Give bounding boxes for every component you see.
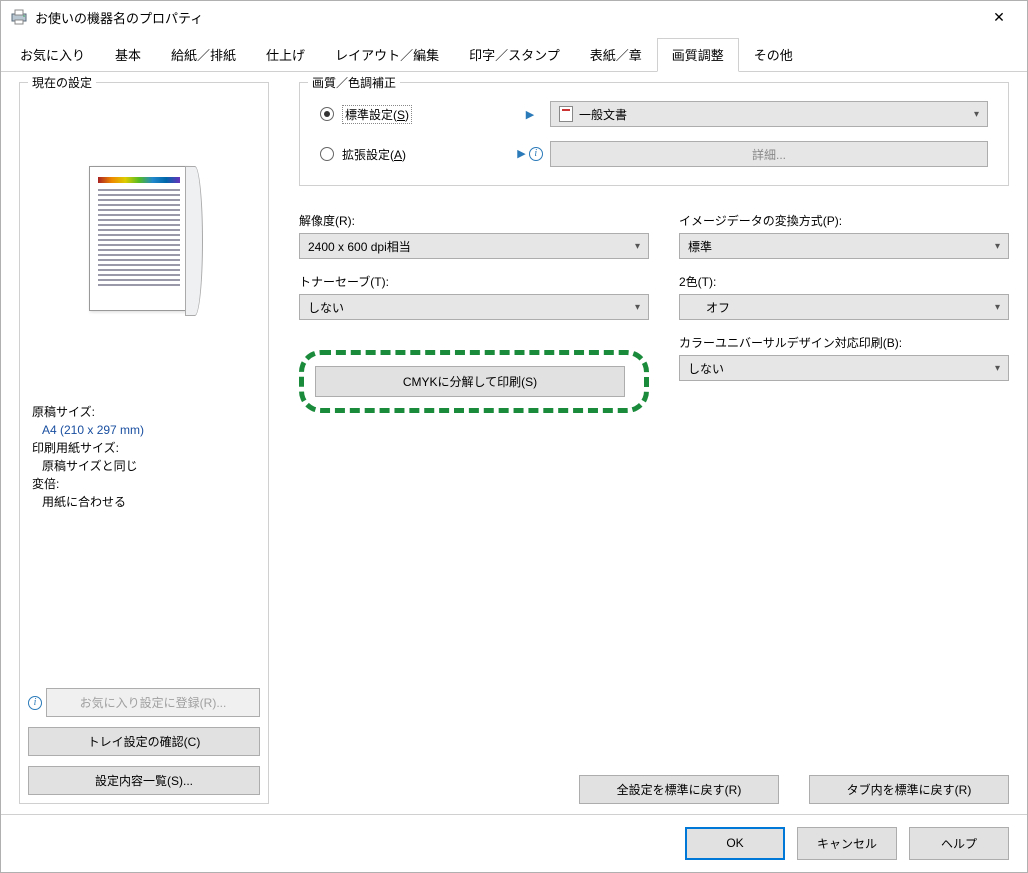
properties-dialog: お使いの機器名のプロパティ ✕ お気に入り 基本 給紙／排紙 仕上げ レイアウト… [0,0,1028,873]
left-panel: 現在の設定 原稿サイズ: A4 (210 x 297 mm) 印刷用紙サイズ: [19,82,269,804]
tab-other[interactable]: その他 [739,38,808,72]
fields-grid: 解像度(R): 2400 x 600 dpi相当▾ イメージデータの変換方式(P… [299,212,1009,413]
tab-finishing[interactable]: 仕上げ [251,38,320,72]
register-favorite-button[interactable]: お気に入り設定に登録(R)... [46,688,260,717]
advanced-settings-radio[interactable] [320,147,334,161]
cud-label: カラーユニバーサルデザイン対応印刷(B): [679,334,1009,351]
toner-save-select[interactable]: しない▾ [299,294,649,320]
info-icon: i [28,696,42,710]
tab-stamps[interactable]: 印字／スタンプ [454,38,575,72]
scale-value: 用紙に合わせる [32,493,256,511]
chevron-down-icon: ▾ [995,363,1000,374]
printer-icon [9,8,29,26]
resolution-select[interactable]: 2400 x 600 dpi相当▾ [299,233,649,259]
info-icon: i [529,147,543,161]
paper-size-label: 印刷用紙サイズ: [32,439,256,457]
chevron-down-icon: ▾ [995,241,1000,252]
reset-tab-button[interactable]: タブ内を標準に戻す(R) [809,775,1009,804]
current-settings-group: 現在の設定 原稿サイズ: A4 (210 x 297 mm) 印刷用紙サイズ: [19,82,269,804]
quality-correction-title: 画質／色調補正 [308,74,400,91]
arrow-icon: ▶ [510,108,550,121]
left-buttons: i お気に入り設定に登録(R)... トレイ設定の確認(C) 設定内容一覧(S)… [28,678,260,795]
chevron-down-icon: ▾ [635,302,640,313]
current-settings-title: 現在の設定 [28,74,96,91]
detail-button[interactable]: 詳細... [550,141,988,167]
tab-basic[interactable]: 基本 [100,38,156,72]
chevron-down-icon: ▾ [974,109,979,120]
chevron-down-icon: ▾ [635,241,640,252]
conversion-label: イメージデータの変換方式(P): [679,212,1009,229]
tab-paper-feed[interactable]: 給紙／排紙 [156,38,251,72]
doc-size-label: 原稿サイズ: [32,403,256,421]
tab-image-quality[interactable]: 画質調整 [657,38,739,72]
chevron-down-icon: ▾ [995,302,1000,313]
tab-cover-chapter[interactable]: 表紙／章 [575,38,657,72]
document-icon [559,106,573,122]
cmyk-separation-button[interactable]: CMYKに分解して印刷(S) [315,366,625,397]
standard-settings-label: 標準設定(S) [342,105,412,124]
scale-label: 変倍: [32,475,256,493]
cancel-button[interactable]: キャンセル [797,827,897,860]
reset-all-button[interactable]: 全設定を標準に戻す(R) [579,775,779,804]
dialog-footer: OK キャンセル ヘルプ [1,814,1027,872]
advanced-settings-label: 拡張設定(A) [342,146,406,163]
window-title: お使いの機器名のプロパティ [35,8,979,27]
document-preview-icon [89,166,199,321]
ok-button[interactable]: OK [685,827,785,860]
content-area: 現在の設定 原稿サイズ: A4 (210 x 297 mm) 印刷用紙サイズ: [1,72,1027,814]
close-button[interactable]: ✕ [979,3,1019,31]
right-panel: 画質／色調補正 標準設定(S) ▶ 一般文書 ▾ 拡張設定(A) [269,82,1009,804]
preview-area [28,93,260,393]
two-color-select[interactable]: オフ▾ [679,294,1009,320]
arrow-icon: ▶ i [510,147,550,161]
two-color-label: 2色(T): [679,273,1009,290]
toner-save-label: トナーセーブ(T): [299,273,649,290]
help-button[interactable]: ヘルプ [909,827,1009,860]
standard-settings-radio[interactable] [320,107,334,121]
reset-buttons-row: 全設定を標準に戻す(R) タブ内を標準に戻す(R) [299,765,1009,804]
settings-list-button[interactable]: 設定内容一覧(S)... [28,766,260,795]
settings-summary: 原稿サイズ: A4 (210 x 297 mm) 印刷用紙サイズ: 原稿サイズと… [28,393,260,678]
cmyk-highlight: CMYKに分解して印刷(S) [299,350,649,413]
resolution-label: 解像度(R): [299,212,649,229]
doc-size-value: A4 (210 x 297 mm) [32,421,256,439]
check-tray-settings-button[interactable]: トレイ設定の確認(C) [28,727,260,756]
tab-favorites[interactable]: お気に入り [5,38,100,72]
tabstrip: お気に入り 基本 給紙／排紙 仕上げ レイアウト／編集 印字／スタンプ 表紙／章… [1,33,1027,72]
quality-correction-group: 画質／色調補正 標準設定(S) ▶ 一般文書 ▾ 拡張設定(A) [299,82,1009,186]
cud-select[interactable]: しない▾ [679,355,1009,381]
tab-layout-edit[interactable]: レイアウト／編集 [320,38,454,72]
conversion-select[interactable]: 標準▾ [679,233,1009,259]
titlebar: お使いの機器名のプロパティ ✕ [1,1,1027,33]
paper-size-value: 原稿サイズと同じ [32,457,256,475]
document-type-select[interactable]: 一般文書 ▾ [550,101,988,127]
